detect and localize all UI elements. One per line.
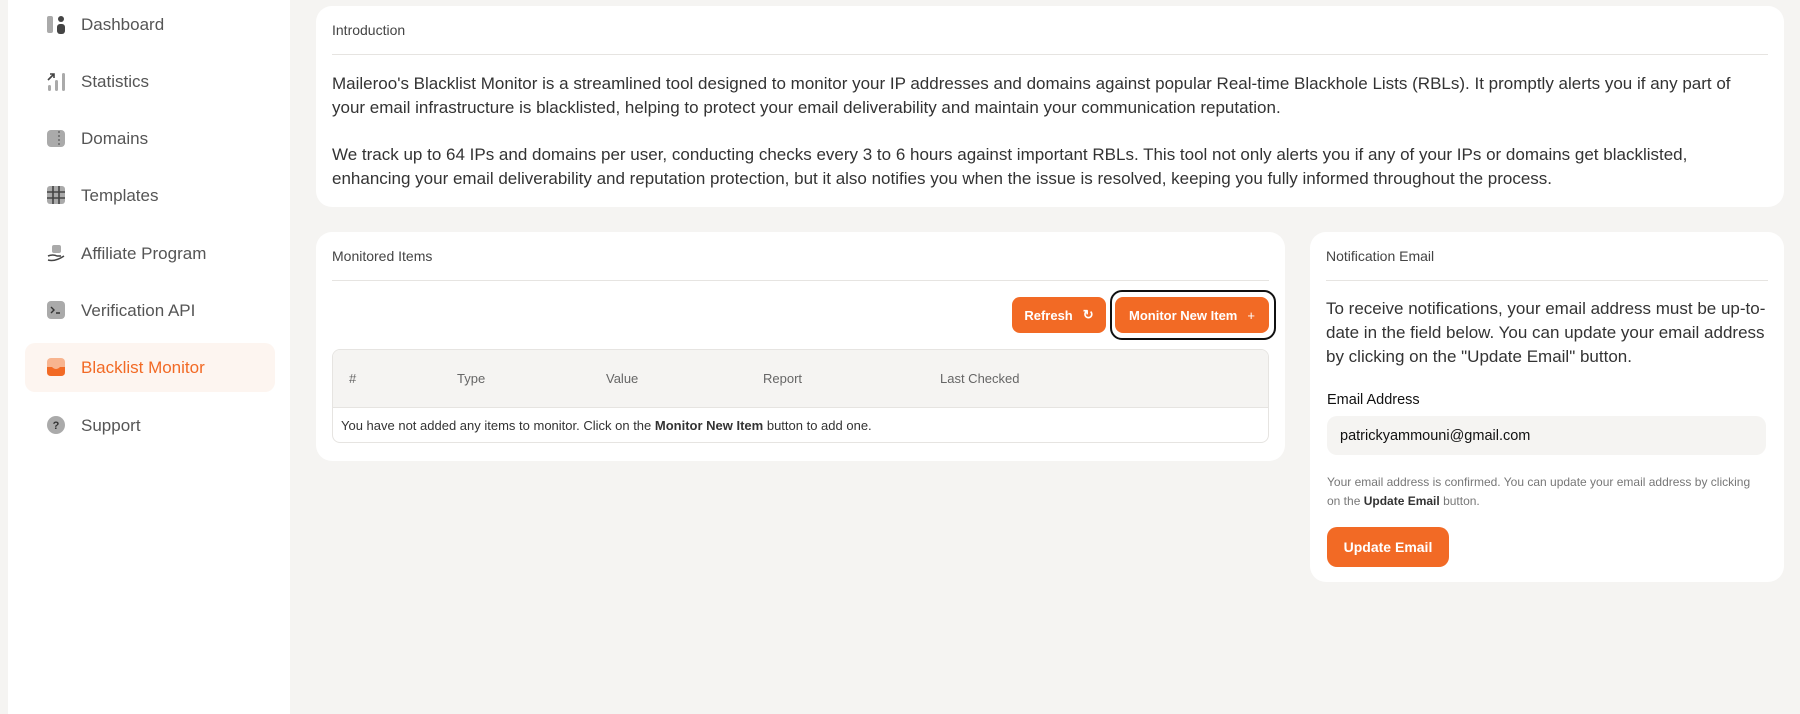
card-title: Monitored Items [332,248,433,264]
button-label: Monitor New Item [1129,307,1238,323]
sidebar-item-dashboard[interactable]: Dashboard [25,0,275,49]
help-text: button. [1439,494,1480,508]
sidebar: Dashboard Statistics Domains Templates A… [8,0,290,714]
empty-text: You have not added any items to monitor.… [341,418,655,433]
empty-text: button to add one. [763,418,872,433]
sidebar-item-domains[interactable]: Domains [25,114,275,163]
sidebar-item-label: Statistics [81,71,150,91]
sidebar-item-affiliate-program[interactable]: Affiliate Program [25,229,275,278]
intro-paragraph: We track up to 64 IPs and domains per us… [332,145,1688,188]
empty-state-row: You have not added any items to monitor.… [333,408,1268,442]
svg-text:?: ? [53,420,60,432]
introduction-card: Introduction Maileroo's Blacklist Monito… [316,6,1784,207]
update-email-button[interactable]: Update Email [1327,527,1449,567]
sidebar-item-blacklist-monitor[interactable]: Blacklist Monitor [25,343,275,392]
sidebar-item-label: Affiliate Program [81,243,207,263]
notification-description: To receive notifications, your email add… [1326,299,1766,366]
table-header: # Type Value Report Last Checked [333,350,1268,408]
email-input[interactable] [1327,416,1766,455]
card-title: Notification Email [1326,248,1435,264]
sidebar-item-templates[interactable]: Templates [25,171,275,220]
sidebar-item-label: Dashboard [81,14,165,34]
sidebar-item-statistics[interactable]: Statistics [25,57,275,106]
sidebar-item-support[interactable]: ? Support [25,401,275,450]
statistics-icon [47,72,66,91]
refresh-icon: ↻ [1082,307,1094,322]
card-title: Introduction [332,22,406,38]
button-label: Refresh [1024,307,1073,323]
divider [332,280,1269,281]
divider [1326,280,1768,281]
intro-paragraph: Maileroo's Blacklist Monitor is a stream… [332,74,1731,117]
column-header: Type [457,371,486,386]
dashboard-icon [47,15,66,34]
column-header: Report [763,371,803,386]
domains-icon [47,129,66,148]
email-help-text: Your email address is confirmed. You can… [1327,473,1764,511]
affiliate-icon [47,244,66,263]
templates-icon [47,186,66,205]
sidebar-item-label: Templates [81,185,159,205]
help-icon: ? [47,416,66,435]
sidebar-item-label: Support [81,415,141,435]
plus-icon: + [1247,307,1255,323]
column-header: Last Checked [940,371,1020,386]
terminal-icon [47,301,66,320]
sidebar-item-label: Domains [81,128,149,148]
divider [332,54,1768,55]
column-header: Value [606,371,639,386]
empty-text-bold: Monitor New Item [654,418,764,433]
column-header: # [349,371,357,386]
monitor-new-item-button[interactable]: Monitor New Item + [1115,297,1269,333]
monitored-items-card: Monitored Items Refresh ↻ Monitor New Ite… [316,232,1285,461]
sidebar-item-label: Verification API [81,300,196,320]
notification-email-card: Notification Email To receive notificati… [1310,232,1784,582]
help-text-bold: Update Email [1363,494,1440,508]
sidebar-item-label: Blacklist Monitor [81,357,205,377]
refresh-button[interactable]: Refresh ↻ [1012,297,1106,333]
sidebar-item-verification-api[interactable]: Verification API [25,286,275,335]
inbox-icon [47,358,66,377]
monitored-items-table: # Type Value Report Last Checked You hav… [332,349,1269,443]
email-label: Email Address [1327,392,1420,408]
